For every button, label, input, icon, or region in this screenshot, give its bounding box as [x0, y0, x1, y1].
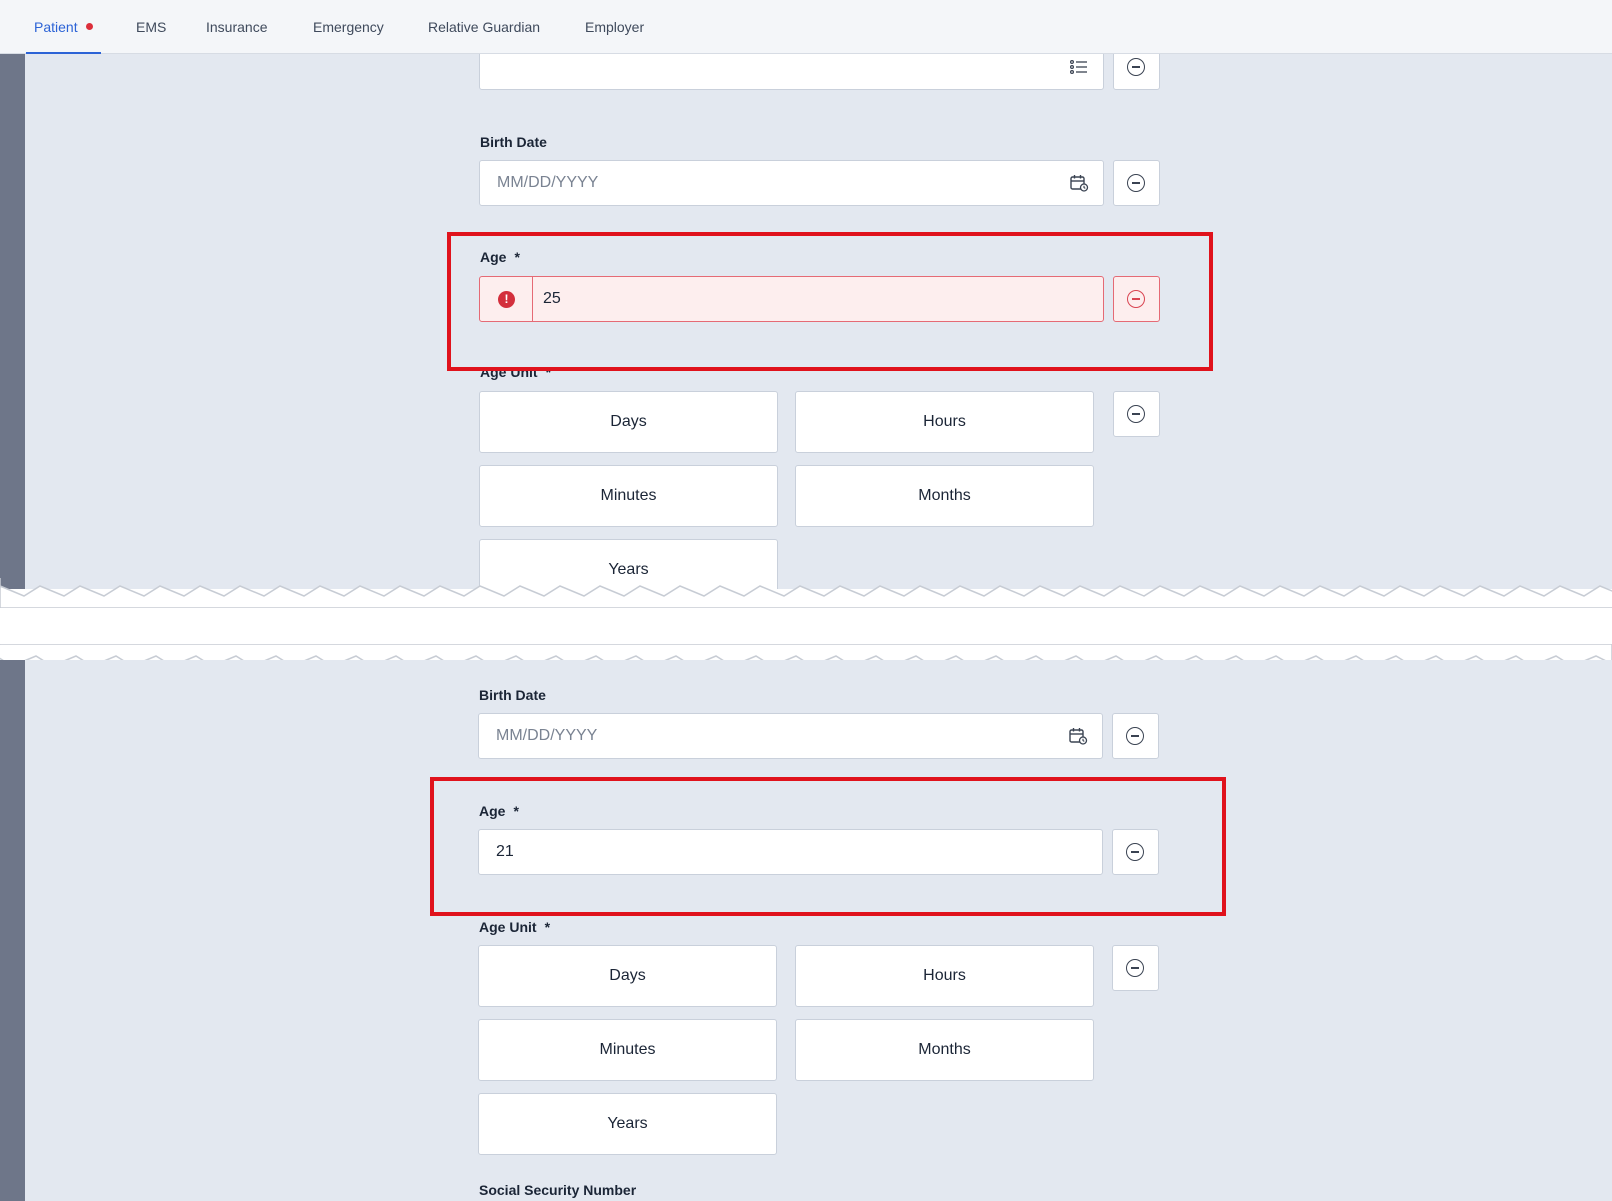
age-value: 25	[543, 290, 561, 307]
birth-date-label: Birth Date	[480, 134, 547, 150]
tab-bar: Patient EMS Insurance Emergency Relative…	[0, 0, 1612, 54]
minus-circle-icon	[1126, 843, 1144, 861]
form-panel-before: Birth Date MM/DD/YYYY Age * ! 25 Age Unit…	[0, 54, 1612, 589]
error-dot-indicator	[85, 23, 93, 30]
age-label: Age *	[479, 803, 519, 819]
birth-date-placeholder: MM/DD/YYYY	[496, 727, 598, 744]
sidebar-rail	[0, 54, 25, 589]
age-unit-option-minutes[interactable]: Minutes	[478, 1019, 777, 1081]
birth-date-placeholder: MM/DD/YYYY	[497, 174, 599, 191]
calendar-icon[interactable]	[1069, 173, 1089, 193]
age-unit-option-days[interactable]: Days	[479, 391, 778, 453]
birth-date-input[interactable]: MM/DD/YYYY	[478, 713, 1103, 759]
age-input-error[interactable]: ! 25	[479, 276, 1104, 322]
age-unit-option-months[interactable]: Months	[795, 465, 1094, 527]
minus-circle-icon	[1126, 959, 1144, 977]
age-input[interactable]: 21	[478, 829, 1103, 875]
birth-date-input[interactable]: MM/DD/YYYY	[479, 160, 1104, 206]
age-unit-label-text: Age Unit	[479, 919, 537, 935]
tab-relative-guardian[interactable]: Relative Guardian	[428, 0, 540, 54]
age-unit-option-hours[interactable]: Hours	[795, 391, 1094, 453]
age-unit-option-years[interactable]: Years	[478, 1093, 777, 1155]
age-value: 21	[496, 843, 514, 860]
ssn-label: Social Security Number	[479, 1182, 637, 1198]
minus-circle-icon	[1127, 58, 1145, 76]
age-label: Age *	[480, 249, 520, 265]
remove-age-button[interactable]	[1112, 829, 1159, 875]
form-panel-after: Birth Date MM/DD/YYYY Age * 21 Age Unit * …	[0, 660, 1612, 1201]
remove-age-button[interactable]	[1113, 276, 1160, 322]
age-unit-label: Age Unit *	[479, 919, 550, 935]
age-unit-label-text: Age Unit	[480, 364, 538, 380]
required-asterisk: *	[514, 249, 520, 265]
minus-circle-icon	[1127, 174, 1145, 192]
age-unit-option-minutes[interactable]: Minutes	[479, 465, 778, 527]
calendar-icon[interactable]	[1068, 726, 1088, 746]
tab-emergency[interactable]: Emergency	[313, 0, 384, 54]
age-label-text: Age	[480, 249, 507, 265]
tab-ems[interactable]: EMS	[136, 0, 166, 54]
tab-patient[interactable]: Patient	[26, 0, 101, 54]
error-exclamation-icon: !	[498, 291, 515, 308]
sidebar-rail	[0, 660, 25, 1201]
age-unit-label: Age Unit *	[480, 364, 551, 380]
minus-circle-icon	[1127, 290, 1145, 308]
required-asterisk: *	[544, 919, 551, 935]
required-asterisk: *	[545, 364, 552, 380]
minus-circle-icon	[1127, 405, 1145, 423]
remove-field-button[interactable]	[1113, 54, 1160, 90]
age-label-text: Age	[479, 803, 506, 819]
age-unit-option-months[interactable]: Months	[795, 1019, 1094, 1081]
tab-insurance[interactable]: Insurance	[206, 0, 267, 54]
birth-date-label: Birth Date	[479, 687, 546, 703]
remove-birth-date-button[interactable]	[1113, 160, 1160, 206]
torn-edge-top	[0, 578, 1612, 608]
remove-birth-date-button[interactable]	[1112, 713, 1159, 759]
age-unit-option-hours[interactable]: Hours	[795, 945, 1094, 1007]
minus-circle-icon	[1126, 727, 1144, 745]
error-indicator-box: !	[480, 277, 533, 321]
remove-age-unit-button[interactable]	[1113, 391, 1160, 437]
age-unit-option-days[interactable]: Days	[478, 945, 777, 1007]
tab-employer[interactable]: Employer	[585, 0, 644, 54]
tab-patient-label: Patient	[34, 19, 78, 35]
list-icon[interactable]	[1069, 57, 1089, 77]
required-asterisk: *	[513, 803, 519, 819]
remove-age-unit-button[interactable]	[1112, 945, 1159, 991]
list-select-field[interactable]	[479, 54, 1104, 90]
